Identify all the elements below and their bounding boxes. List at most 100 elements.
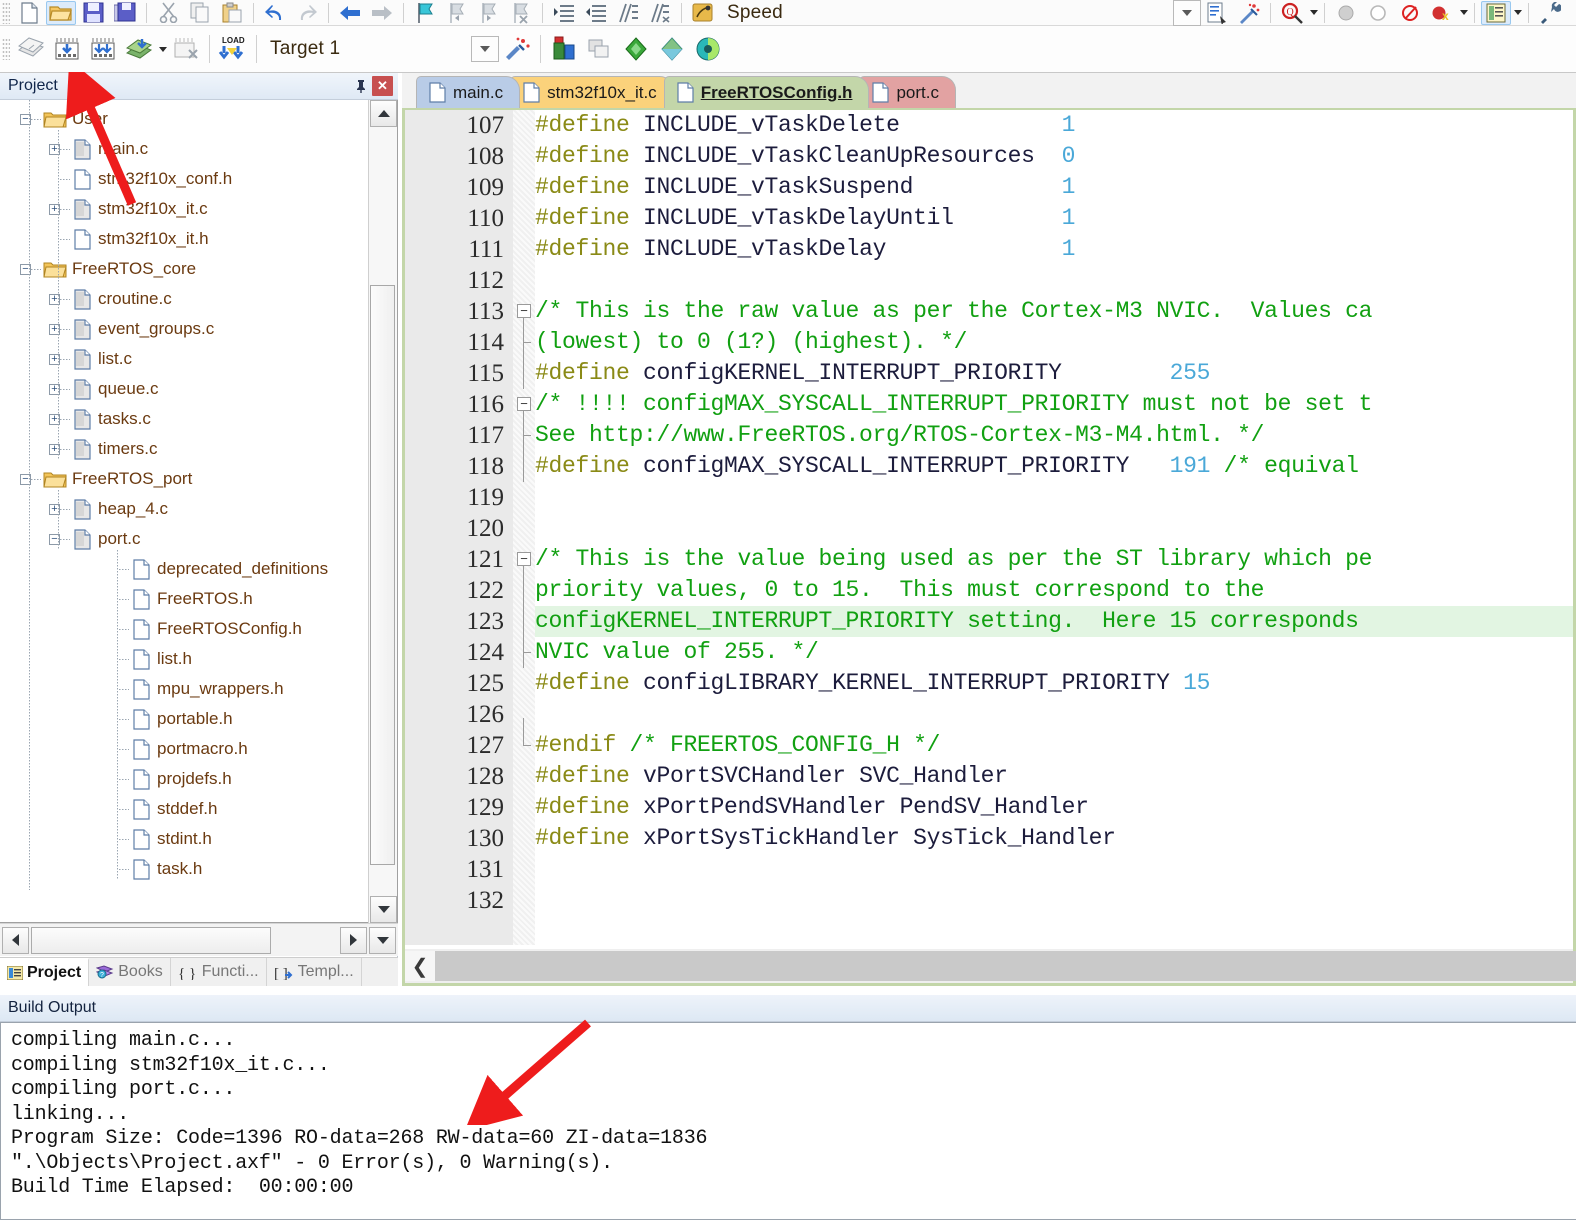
code-line[interactable]: configKERNEL_INTERRUPT_PRIORITY setting.…: [535, 606, 1573, 637]
tree-item-stddef-h[interactable]: stddef.h: [0, 794, 368, 824]
project-tree-vertical-scrollbar[interactable]: [368, 100, 397, 923]
tree-item-list-c[interactable]: + list.c: [0, 344, 368, 374]
code-line[interactable]: #define INCLUDE_vTaskDelete 1: [535, 110, 1573, 141]
editor-horizontal-scrollbar[interactable]: ❮: [405, 949, 1576, 983]
magic-wand-icon[interactable]: [1234, 1, 1264, 25]
navigate-forward-icon[interactable]: [367, 1, 397, 25]
tree-item-queue-c[interactable]: + queue.c: [0, 374, 368, 404]
fold-collapse-icon[interactable]: −: [517, 552, 531, 566]
combo-dropdown-icon[interactable]: [1173, 0, 1201, 26]
bookmark-next-icon[interactable]: [474, 1, 504, 25]
find-in-files-icon[interactable]: Q: [1277, 1, 1307, 25]
batch-build-icon[interactable]: [122, 32, 156, 66]
component-green-icon[interactable]: [619, 32, 653, 66]
windows-dropdown-icon[interactable]: [1512, 1, 1523, 25]
tree-item-user[interactable]: − User: [0, 104, 368, 134]
scroll-dropdown-button[interactable]: [369, 926, 396, 954]
pack-installer-icon[interactable]: [547, 32, 581, 66]
code-line[interactable]: (lowest) to 0 (1?) (highest). */: [535, 327, 1573, 358]
code-line[interactable]: #define INCLUDE_vTaskCleanUpResources 0: [535, 141, 1573, 172]
comment-icon[interactable]: [613, 1, 643, 25]
code-line[interactable]: /* This is the raw value as per the Cort…: [535, 296, 1573, 327]
save-all-icon[interactable]: [110, 1, 140, 25]
manage-run-time-env-icon[interactable]: [500, 32, 534, 66]
copy-icon[interactable]: [185, 1, 215, 25]
code-line[interactable]: [535, 482, 1573, 513]
editor-scroll-thumb[interactable]: [435, 951, 1576, 981]
tree-item-timers-c[interactable]: + timers.c: [0, 434, 368, 464]
code-line[interactable]: #define vPortSVCHandler SVC_Handler: [535, 761, 1573, 792]
code-line[interactable]: #define INCLUDE_vTaskSuspend 1: [535, 172, 1573, 203]
panel-tab-project[interactable]: Project: [0, 958, 90, 986]
tree-item-task-h[interactable]: task.h: [0, 854, 368, 884]
tree-item-stm32f10x-conf-h[interactable]: stm32f10x_conf.h: [0, 164, 368, 194]
toolbar-grip[interactable]: [2, 38, 10, 60]
build-output-text[interactable]: compiling main.c... compiling stm32f10x_i…: [0, 1022, 1576, 1220]
code-line[interactable]: #define xPortSysTickHandler SysTick_Hand…: [535, 823, 1573, 854]
tree-item-stm32f10x-it-c[interactable]: + stm32f10x_it.c: [0, 194, 368, 224]
target-dropdown-icon[interactable]: [471, 36, 499, 62]
find-dropdown-icon[interactable]: [1308, 1, 1319, 25]
kill-all-breakpoints-icon[interactable]: x: [1427, 1, 1457, 25]
manage-windows-icon[interactable]: [1481, 0, 1511, 25]
editor-scroll-left-button[interactable]: ❮: [405, 951, 435, 981]
close-icon[interactable]: ✕: [372, 76, 393, 96]
code-line[interactable]: #define INCLUDE_vTaskDelayUntil 1: [535, 203, 1573, 234]
component-teal-icon[interactable]: [691, 32, 725, 66]
editor-tab-main-c[interactable]: main.c: [416, 76, 521, 108]
code-line[interactable]: [535, 265, 1573, 296]
code-line[interactable]: #define INCLUDE_vTaskDelay 1: [535, 234, 1573, 265]
project-tree-horizontal-scrollbar[interactable]: [0, 923, 398, 956]
stop-build-icon[interactable]: [169, 32, 203, 66]
indent-icon[interactable]: [549, 1, 579, 25]
code-line[interactable]: #define configMAX_SYSCALL_INTERRUPT_PRIO…: [535, 451, 1573, 482]
code-line[interactable]: [535, 513, 1573, 544]
code-line[interactable]: priority values, 0 to 15. This must corr…: [535, 575, 1573, 606]
cut-icon[interactable]: [153, 1, 183, 25]
code-line[interactable]: NVIC value of 255. */: [535, 637, 1573, 668]
editor-tab-port-c[interactable]: port.c: [859, 76, 956, 108]
toolbar-grip[interactable]: [2, 1, 10, 24]
code-line[interactable]: /* !!!! configMAX_SYSCALL_INTERRUPT_PRIO…: [535, 389, 1573, 420]
code-line[interactable]: #define xPortPendSVHandler PendSV_Handle…: [535, 792, 1573, 823]
tree-item-croutine-c[interactable]: + croutine.c: [0, 284, 368, 314]
code-line[interactable]: #define configKERNEL_INTERRUPT_PRIORITY …: [535, 358, 1573, 389]
panel-tab-templ[interactable]: [ ] Templ...: [267, 958, 362, 986]
tree-item-tasks-c[interactable]: + tasks.c: [0, 404, 368, 434]
bookmark-clear-icon[interactable]: [506, 1, 536, 25]
panel-tab-books[interactable]: ? Books: [89, 958, 171, 986]
insert-breakpoint-icon[interactable]: [1331, 1, 1361, 25]
scroll-down-button[interactable]: [370, 896, 397, 923]
code-line[interactable]: #endif /* FREERTOS_CONFIG_H */: [535, 730, 1573, 761]
project-tree[interactable]: − User + main.c stm32f10x_conf.h + stm32f10x_i…: [0, 100, 368, 922]
code-line[interactable]: [535, 699, 1573, 730]
code-line[interactable]: #define configLIBRARY_KERNEL_INTERRUPT_P…: [535, 668, 1573, 699]
tree-item-freertos-port[interactable]: − FreeRTOS_port: [0, 464, 368, 494]
scroll-thumb-horizontal[interactable]: [31, 926, 271, 954]
panel-tab-functi[interactable]: { } Functi...: [171, 958, 267, 986]
tree-item-portable-h[interactable]: portable.h: [0, 704, 368, 734]
fold-collapse-icon[interactable]: −: [517, 304, 531, 318]
tree-item-stm32f10x-it-h[interactable]: stm32f10x_it.h: [0, 224, 368, 254]
editor-tab-stm32f10x-it-c[interactable]: stm32f10x_it.c: [510, 76, 674, 108]
code-line[interactable]: See http://www.FreeRTOS.org/RTOS-Cortex-…: [535, 420, 1573, 451]
tree-item-portmacro-h[interactable]: portmacro.h: [0, 734, 368, 764]
uncomment-icon[interactable]: [645, 1, 675, 25]
tree-item-freertos-h[interactable]: FreeRTOS.h: [0, 584, 368, 614]
paste-icon[interactable]: [217, 1, 247, 25]
tree-item-heap-4-c[interactable]: + heap_4.c: [0, 494, 368, 524]
tree-item-projdefs-h[interactable]: projdefs.h: [0, 764, 368, 794]
pin-icon[interactable]: [350, 76, 372, 96]
redo-icon[interactable]: [292, 1, 322, 25]
disable-breakpoint-icon[interactable]: [1395, 1, 1425, 25]
save-icon[interactable]: [78, 1, 108, 25]
tree-item-port-c[interactable]: − port.c: [0, 524, 368, 554]
translate-icon[interactable]: [14, 32, 48, 66]
build-icon[interactable]: [50, 32, 84, 66]
tree-item-stdint-h[interactable]: stdint.h: [0, 824, 368, 854]
scroll-right-button[interactable]: [340, 926, 367, 954]
tree-item-list-h[interactable]: list.h: [0, 644, 368, 674]
configure-icon[interactable]: [1535, 1, 1565, 25]
code-line[interactable]: /* This is the value being used as per t…: [535, 544, 1573, 575]
breakpoints-dropdown-icon[interactable]: [1458, 1, 1469, 25]
